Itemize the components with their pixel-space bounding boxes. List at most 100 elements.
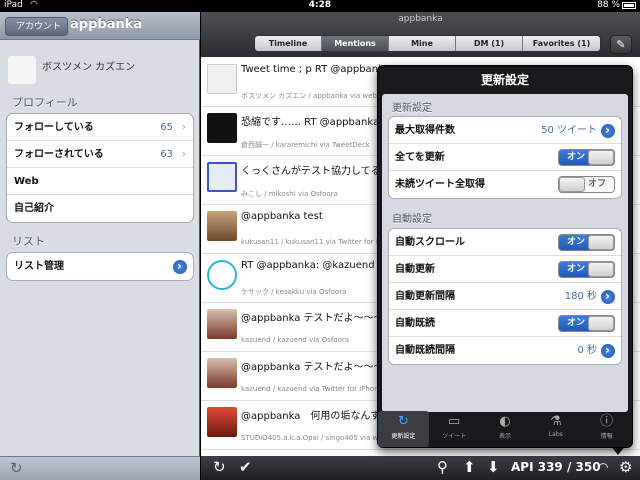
disclosure-button-icon[interactable] xyxy=(601,283,615,310)
tab-labs[interactable]: ⚗ Labs xyxy=(530,411,581,447)
settings-body: 更新設定 最大取得件数 50 ツイート 全てを更新 オン 未読ツイート全取得 オ… xyxy=(382,94,628,412)
settings-popover: 更新設定 更新設定 最大取得件数 50 ツイート 全てを更新 オン 未読ツイート… xyxy=(377,65,633,448)
palette-icon: ◐ xyxy=(499,414,511,429)
profile-group: フォローしている 65 › フォローされている 63 › Web 自己紹介 xyxy=(6,113,194,223)
tab-display[interactable]: ◐ 表示 xyxy=(480,411,531,447)
timeline-segmented-control: Timeline Mentions Mine DM (1) Favorites … xyxy=(254,35,601,52)
refresh-icon[interactable]: ↻ xyxy=(213,458,226,476)
update-all-label: 全てを更新 xyxy=(395,152,445,163)
api-limit-label: API 339 / 350 xyxy=(511,460,601,474)
list-section-header: リスト xyxy=(12,235,45,248)
following-count: 65 xyxy=(160,122,173,133)
auto-read-interval-row[interactable]: 自動既読間隔 0 秒 xyxy=(389,337,621,364)
auto-read-row: 自動既読 オン xyxy=(389,310,621,337)
tweet-text: @appbanka test xyxy=(241,211,323,222)
disclosure-button-icon[interactable] xyxy=(173,253,187,280)
popover-title: 更新設定 xyxy=(480,73,529,87)
tab-dm[interactable]: DM (1) xyxy=(456,36,523,51)
auto-update-row: 自動更新 オン xyxy=(389,256,621,283)
tab-label: 表示 xyxy=(498,433,511,440)
refresh-icon[interactable]: ↻ xyxy=(10,459,23,477)
toggle-knob xyxy=(588,235,614,250)
fetch-unread-toggle[interactable]: オフ xyxy=(558,176,615,193)
max-fetch-value: 50 ツイート xyxy=(541,125,597,136)
clock: 4:28 xyxy=(308,0,332,10)
max-fetch-label: 最大取得件数 xyxy=(395,125,455,136)
auto-update-interval-row[interactable]: 自動更新間隔 180 秒 xyxy=(389,283,621,310)
avatar[interactable] xyxy=(207,407,237,437)
toggle-knob xyxy=(588,262,614,277)
avatar[interactable] xyxy=(207,64,237,94)
settings-tab-bar: ↻ 更新設定 ▭ ツイート ◐ 表示 ⚗ Labs ⓘ 情報 xyxy=(378,411,632,447)
toggle-label: オン xyxy=(567,264,586,274)
following-row[interactable]: フォローしている 65 › xyxy=(7,114,193,141)
fetch-unread-row: 未読ツイート全取得 オフ xyxy=(389,171,621,198)
accounts-back-button[interactable]: アカウント xyxy=(5,17,69,36)
profile-avatar xyxy=(8,56,36,84)
toggle-label: オン xyxy=(567,237,586,247)
toggle-label: オン xyxy=(567,152,586,162)
auto-read-interval-value: 0 秒 xyxy=(577,345,597,356)
tweet-meta: kukusan11 / kukusan11 via Twitter for iP xyxy=(241,238,382,246)
tab-info[interactable]: ⓘ 情報 xyxy=(581,411,632,447)
avatar[interactable] xyxy=(207,309,237,339)
chevron-right-icon: › xyxy=(182,149,186,160)
status-bar: iPad ◠ 4:28 88 % xyxy=(0,0,640,12)
tab-label: 情報 xyxy=(600,433,613,440)
avatar[interactable] xyxy=(207,113,237,143)
tab-label: 更新設定 xyxy=(391,433,416,440)
refresh-icon: ↻ xyxy=(397,414,409,429)
bio-row[interactable]: 自己紹介 xyxy=(7,195,193,222)
auto-read-toggle[interactable]: オン xyxy=(558,315,615,332)
tab-mentions[interactable]: Mentions xyxy=(322,36,389,51)
web-row[interactable]: Web xyxy=(7,168,193,195)
arrow-down-icon[interactable]: ⬇ xyxy=(487,458,500,476)
avatar[interactable] xyxy=(207,211,237,241)
tab-label: Labs xyxy=(548,431,563,438)
auto-scroll-toggle[interactable]: オン xyxy=(558,234,615,251)
profile-name: ボスツメン カズエン xyxy=(42,62,136,73)
account-nav-bar: アカウント appbanka xyxy=(0,12,200,40)
auto-scroll-label: 自動スクロール xyxy=(395,237,465,248)
timeline-title: appbanka xyxy=(398,14,443,24)
tweet-meta: ボスツメン カズエン / appbanka via web xyxy=(241,92,377,100)
account-pane: アカウント appbanka ボスツメン カズエン プロフィール フォローしてい… xyxy=(0,12,200,480)
avatar[interactable] xyxy=(207,358,237,388)
gear-icon[interactable]: ⚙ xyxy=(619,458,632,476)
wifi-icon: ◠ xyxy=(598,460,609,474)
auto-scroll-row: 自動スクロール オン xyxy=(389,229,621,256)
tweet-meta: ケサック / kesakku via Osfoora xyxy=(241,288,347,296)
disclosure-button-icon[interactable] xyxy=(601,337,615,364)
disclosure-button-icon[interactable] xyxy=(601,117,615,144)
tab-timeline[interactable]: Timeline xyxy=(255,36,322,51)
tab-update-settings[interactable]: ↻ 更新設定 xyxy=(378,411,429,447)
checkmark-icon[interactable]: ✔ xyxy=(239,458,252,476)
battery-icon xyxy=(622,2,636,9)
update-all-toggle[interactable]: オン xyxy=(558,149,615,166)
avatar[interactable] xyxy=(207,260,237,290)
auto-update-toggle[interactable]: オン xyxy=(558,261,615,278)
avatar[interactable] xyxy=(207,162,237,192)
compose-icon[interactable]: ✎ xyxy=(610,35,632,54)
arrow-up-icon[interactable]: ⬆ xyxy=(463,458,476,476)
tab-favorites[interactable]: Favorites (1) xyxy=(523,36,600,51)
toggle-label: オン xyxy=(567,318,586,328)
tweet-text: 恐縮です…… RT @appbanka: @ xyxy=(241,117,396,128)
flask-icon: ⚗ xyxy=(549,414,562,429)
tab-label: ツイート xyxy=(442,433,467,440)
tab-tweet[interactable]: ▭ ツイート xyxy=(429,411,480,447)
left-toolbar: ↻ xyxy=(0,456,200,480)
toggle-knob xyxy=(588,316,614,331)
tab-mine[interactable]: Mine xyxy=(389,36,456,51)
followers-row[interactable]: フォローされている 63 › xyxy=(7,141,193,168)
list-management-label: リスト管理 xyxy=(14,261,64,272)
bottom-toolbar: ↻ ✔ ⚲ ⬆ ⬇ API 339 / 350 ◠ ⚙ xyxy=(201,456,640,480)
followers-count: 63 xyxy=(160,149,173,160)
list-management-row[interactable]: リスト管理 xyxy=(7,253,193,280)
auto-update-interval-label: 自動更新間隔 xyxy=(395,291,455,302)
info-icon: ⓘ xyxy=(600,414,614,429)
max-fetch-row[interactable]: 最大取得件数 50 ツイート xyxy=(389,117,621,144)
list-group: リスト管理 xyxy=(6,252,194,281)
search-icon[interactable]: ⚲ xyxy=(437,458,448,476)
timeline-nav-bar: appbanka Timeline Mentions Mine DM (1) F… xyxy=(201,12,640,57)
